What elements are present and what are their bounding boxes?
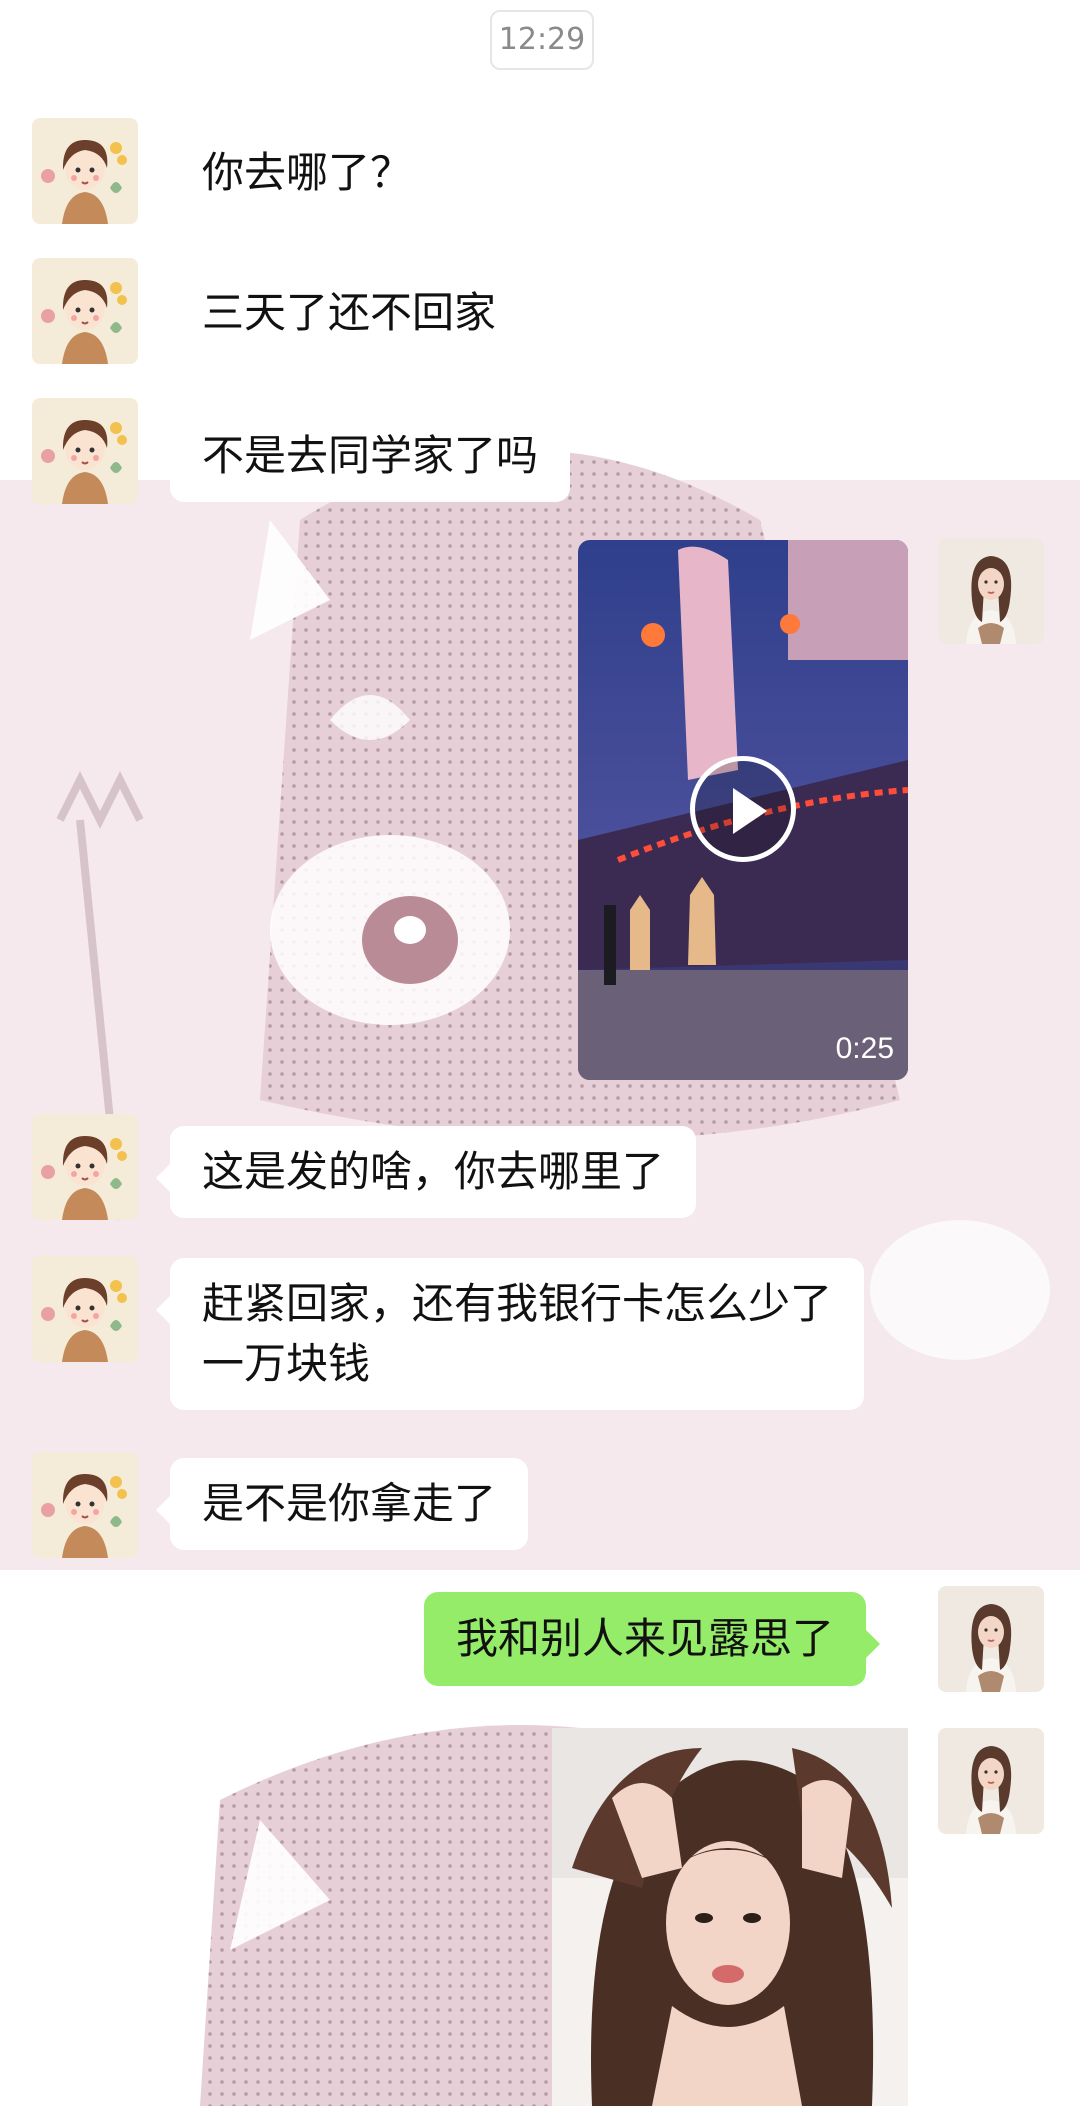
message-text: 这是发的啥，你去哪里了 [202, 1147, 665, 1196]
my-avatar[interactable] [938, 1728, 1044, 1834]
message-bubble-6[interactable]: 赶紧回家，还有我银行卡怎么少了 一万块钱 [155, 1258, 865, 1410]
girl-photo-avatar-icon [938, 1728, 1044, 1834]
image-thumbnail [552, 1728, 908, 2106]
girl-photo-avatar-icon [938, 1586, 1044, 1692]
contact-avatar[interactable] [32, 1114, 138, 1220]
my-avatar[interactable] [938, 538, 1044, 644]
message-bubble-8[interactable]: 我和别人来见露思了 [424, 1592, 881, 1686]
cartoon-girl-avatar-icon [32, 258, 138, 364]
message-bubble-2[interactable]: 三天了还不回家 [155, 270, 529, 356]
message-text-line-1: 赶紧回家，还有我银行卡怎么少了 [202, 1279, 833, 1328]
image-message[interactable] [552, 1728, 908, 2106]
message-text: 你去哪了？ [202, 148, 413, 197]
girl-photo-avatar-icon [938, 538, 1044, 644]
cartoon-girl-avatar-icon [32, 1114, 138, 1220]
cartoon-girl-avatar-icon [32, 1256, 138, 1362]
contact-avatar[interactable] [32, 258, 138, 364]
message-bubble-7[interactable]: 是不是你拿走了 [155, 1458, 529, 1550]
message-text: 我和别人来见露思了 [456, 1614, 835, 1663]
cartoon-girl-avatar-icon [32, 1452, 138, 1558]
contact-avatar[interactable] [32, 1452, 138, 1558]
cartoon-girl-avatar-icon [32, 398, 138, 504]
cartoon-girl-avatar-icon [32, 118, 138, 224]
video-duration: 0:25 [835, 1032, 894, 1065]
my-avatar[interactable] [938, 1586, 1044, 1692]
contact-avatar[interactable] [32, 1256, 138, 1362]
message-bubble-1[interactable]: 你去哪了？ [155, 130, 445, 216]
message-text: 不是去同学家了吗 [202, 431, 539, 480]
message-text-line-2: 一万块钱 [202, 1339, 371, 1388]
contact-avatar[interactable] [32, 118, 138, 224]
message-bubble-3[interactable]: 不是去同学家了吗 [155, 410, 571, 502]
contact-avatar[interactable] [32, 398, 138, 504]
message-timestamp: 12:29 [490, 10, 594, 70]
message-bubble-5[interactable]: 这是发的啥，你去哪里了 [155, 1126, 697, 1218]
message-text: 三天了还不回家 [202, 288, 497, 337]
message-text: 是不是你拿走了 [202, 1479, 497, 1528]
video-message[interactable]: 0:25 [578, 540, 908, 1080]
play-icon[interactable] [690, 756, 796, 862]
